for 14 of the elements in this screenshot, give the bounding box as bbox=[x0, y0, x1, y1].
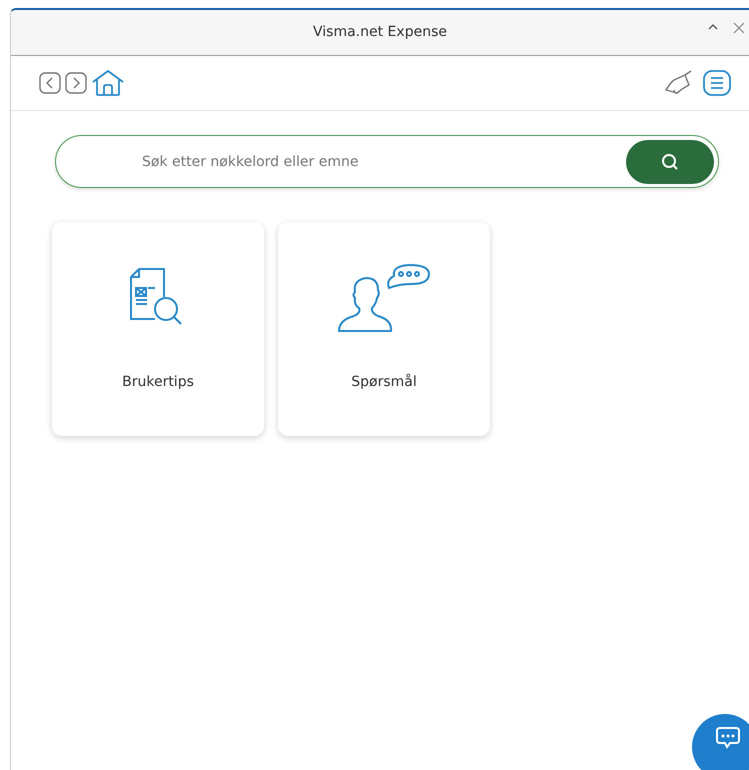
window-title: Visma.net Expense bbox=[313, 23, 447, 42]
category-tile[interactable]: Brukertips bbox=[52, 222, 264, 436]
search-bar[interactable]: Søk etter nøkkelord eller emne bbox=[55, 135, 719, 188]
search-icon bbox=[661, 152, 679, 170]
back-icon[interactable] bbox=[39, 72, 61, 94]
search-button[interactable] bbox=[626, 140, 714, 184]
chat-icon bbox=[715, 726, 741, 750]
home-icon[interactable] bbox=[91, 69, 125, 97]
category-tile[interactable]: Spørsmål bbox=[278, 222, 490, 436]
collapse-icon[interactable] bbox=[707, 22, 719, 32]
search-field[interactable]: Søk etter nøkkelord eller emne bbox=[56, 140, 626, 183]
forward-icon[interactable] bbox=[65, 72, 87, 94]
close-icon[interactable] bbox=[733, 22, 745, 34]
menu-icon[interactable] bbox=[703, 70, 731, 96]
